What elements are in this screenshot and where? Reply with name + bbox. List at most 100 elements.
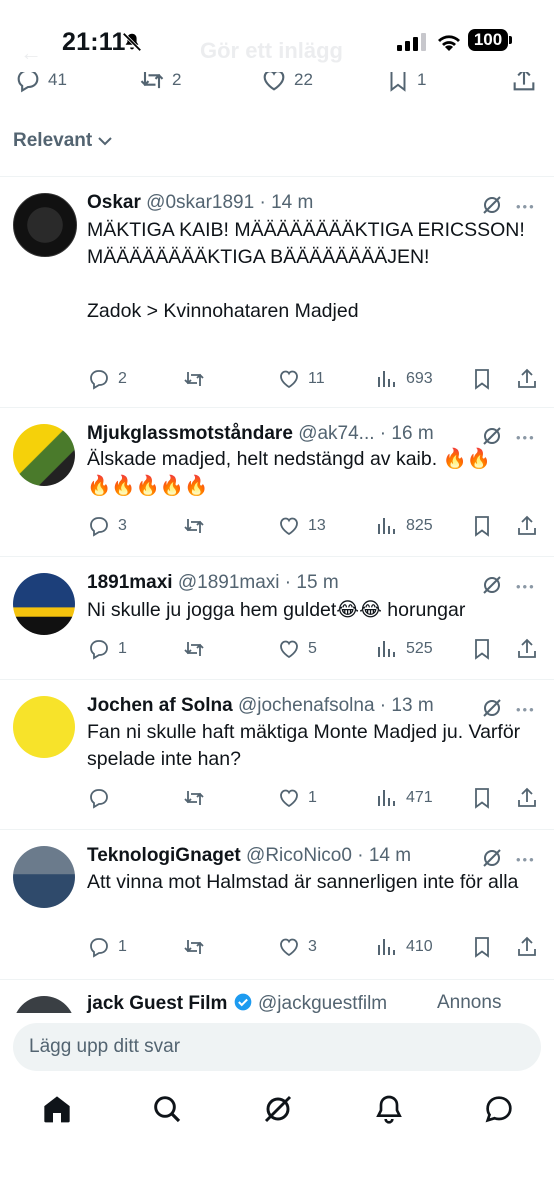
post-actions: 1 5 525: [87, 635, 547, 663]
share-button[interactable]: [515, 512, 539, 540]
like-count: 1: [308, 789, 317, 806]
parent-like-action[interactable]: 22: [260, 72, 313, 94]
reply-post[interactable]: TeknologiGnaget @RicoNico0 · 14 m ••• Att …: [0, 830, 554, 980]
bookmark-button[interactable]: [470, 933, 494, 961]
post-text: MÄKTIGA KAIB! MÄÄÄÄÄÄÄÄKTIGA ERICSSON! M…: [87, 219, 525, 322]
bookmark-icon: [475, 788, 489, 809]
like-button[interactable]: 3: [277, 933, 317, 961]
avatar[interactable]: [13, 696, 75, 758]
like-button[interactable]: 13: [277, 512, 326, 540]
views-icon: [378, 939, 395, 955]
post-actions: 2 11 693: [87, 365, 547, 393]
reply-button[interactable]: 1: [87, 635, 127, 663]
reply-post[interactable]: 1891maxi @1891maxi · 15 m ••• Ni skulle ju…: [0, 557, 554, 680]
reply-input[interactable]: Lägg upp ditt svar: [13, 1023, 541, 1071]
more-options-icon[interactable]: •••: [516, 580, 536, 593]
reply-button[interactable]: 3: [87, 512, 127, 540]
post-text: Älskade madjed, helt nedstängd av kaib. …: [87, 448, 492, 497]
avatar[interactable]: [13, 193, 77, 257]
battery-indicator: 100: [468, 29, 508, 51]
bookmark-icon: [475, 369, 489, 390]
repost-button[interactable]: [182, 512, 213, 540]
reply-post[interactable]: Jochen af Solna @jochenafsolna · 13 m •••…: [0, 680, 554, 830]
heart-icon: [280, 938, 298, 957]
bookmark-button[interactable]: [470, 512, 494, 540]
notifications-icon[interactable]: [373, 1093, 405, 1125]
repost-button[interactable]: [182, 933, 213, 961]
reply-count: 2: [118, 370, 127, 387]
reply-button[interactable]: [87, 784, 118, 812]
views-button[interactable]: 410: [375, 933, 433, 961]
grok-icon[interactable]: [480, 573, 504, 597]
grok-icon[interactable]: [262, 1093, 294, 1125]
parent-bookmark-count: 1: [417, 72, 427, 89]
post-time: 13 m: [391, 695, 434, 716]
views-icon: [378, 518, 395, 534]
author-name[interactable]: TeknologiGnaget: [87, 845, 241, 866]
parent-share-action[interactable]: [510, 72, 538, 94]
views-button[interactable]: 825: [375, 512, 433, 540]
views-button[interactable]: 693: [375, 365, 433, 393]
author-name[interactable]: Oskar: [87, 192, 141, 213]
repost-icon: [184, 940, 204, 954]
grok-icon[interactable]: [480, 424, 504, 448]
bookmark-icon: [390, 72, 406, 92]
promoted-post[interactable]: jack Guest Film @jackguestfilm Annons: [0, 978, 554, 1018]
author-name[interactable]: Jochen af Solna: [87, 695, 233, 716]
post-time: 15 m: [296, 572, 339, 593]
repost-icon: [140, 72, 164, 89]
views-count: 410: [406, 938, 433, 955]
avatar[interactable]: [13, 424, 75, 486]
sort-dropdown[interactable]: Relevant: [13, 130, 112, 152]
ad-author-name[interactable]: jack Guest Film: [87, 993, 227, 1014]
post-header: Oskar @0skar1891 · 14 m: [87, 189, 480, 217]
reply-count: 3: [118, 517, 127, 534]
bookmark-button[interactable]: [470, 784, 494, 812]
post-time: 14 m: [368, 845, 412, 866]
reply-icon: [17, 72, 39, 93]
grok-icon[interactable]: [480, 696, 504, 720]
like-button[interactable]: 1: [277, 784, 317, 812]
reply-button[interactable]: 1: [87, 933, 127, 961]
share-button[interactable]: [515, 635, 539, 663]
repost-button[interactable]: [182, 635, 213, 663]
avatar[interactable]: [13, 846, 75, 908]
home-icon[interactable]: [41, 1093, 73, 1125]
avatar[interactable]: [13, 573, 75, 635]
messages-icon[interactable]: [483, 1093, 515, 1125]
grok-icon[interactable]: [480, 193, 504, 217]
parent-reply-action[interactable]: 41: [14, 72, 67, 94]
more-options-icon[interactable]: •••: [516, 431, 536, 444]
reply-post[interactable]: Mjukglassmotståndare @ak74... · 16 m ••• Ä…: [0, 408, 554, 557]
verified-badge-icon: [234, 993, 252, 1011]
repost-button[interactable]: [182, 784, 213, 812]
parent-bookmark-action[interactable]: 1: [385, 72, 426, 94]
share-button[interactable]: [515, 784, 539, 812]
author-name[interactable]: 1891maxi: [87, 572, 173, 593]
views-button[interactable]: 471: [375, 784, 433, 812]
share-button[interactable]: [515, 933, 539, 961]
more-options-icon[interactable]: •••: [516, 853, 536, 866]
grok-icon[interactable]: [480, 846, 504, 870]
reply-icon: [90, 640, 108, 660]
views-count: 471: [406, 789, 433, 806]
share-button[interactable]: [515, 365, 539, 393]
bookmark-button[interactable]: [470, 365, 494, 393]
ad-handle: @jackguestfilm: [258, 993, 388, 1014]
views-button[interactable]: 525: [375, 635, 433, 663]
repost-button[interactable]: [182, 365, 213, 393]
ad-label: Annons: [437, 992, 502, 1013]
more-options-icon[interactable]: •••: [516, 703, 536, 716]
reply-button[interactable]: 2: [87, 365, 127, 393]
more-options-icon[interactable]: •••: [516, 200, 536, 213]
bookmark-button[interactable]: [470, 635, 494, 663]
bottom-area: Lägg upp ditt svar: [0, 1013, 554, 1200]
search-icon[interactable]: [151, 1093, 183, 1125]
back-arrow-icon[interactable]: ←: [20, 40, 42, 66]
parent-repost-action[interactable]: 2: [138, 72, 181, 94]
author-name[interactable]: Mjukglassmotståndare: [87, 423, 293, 444]
reply-post[interactable]: Oskar @0skar1891 · 14 m ••• MÄKTIGA KAIB! …: [0, 177, 554, 408]
like-button[interactable]: 11: [277, 365, 325, 393]
signal-icon: [397, 33, 426, 51]
like-button[interactable]: 5: [277, 635, 317, 663]
